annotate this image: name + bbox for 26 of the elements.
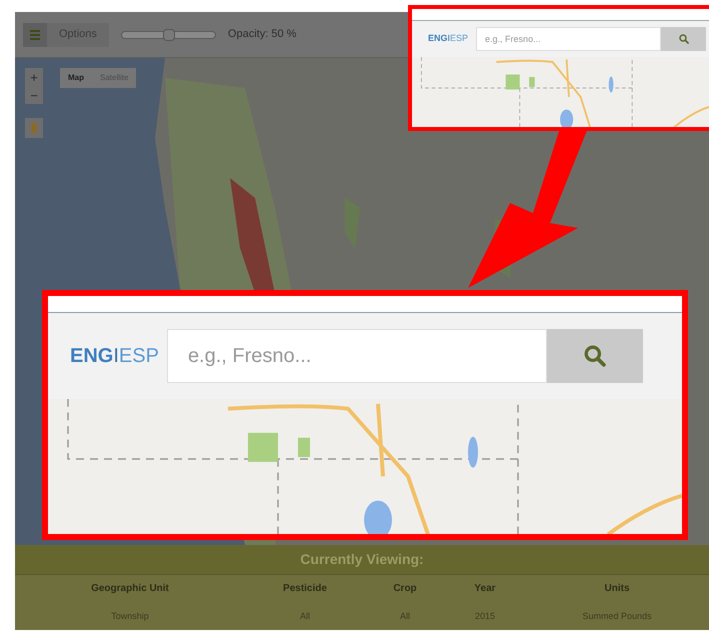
column-header: Pesticide	[282, 582, 328, 596]
column-header: Year	[473, 582, 497, 596]
zoom-out-button[interactable]: −	[25, 86, 43, 104]
column-header: Units	[604, 582, 630, 596]
search-field[interactable]: e.g., Fresno...	[476, 27, 662, 51]
opacity-slider[interactable]	[120, 30, 216, 38]
list-toggle-button[interactable]	[23, 22, 47, 46]
column-header: Geographic Unit	[90, 582, 170, 596]
slider-thumb[interactable]	[163, 28, 176, 40]
column-header: Crop	[392, 582, 418, 596]
map-type-tab[interactable]: Map	[64, 72, 88, 84]
language-link[interactable]: ENG	[70, 341, 114, 371]
search-button[interactable]	[546, 329, 643, 383]
search-field[interactable]: e.g., Fresno...	[166, 329, 547, 383]
language-link[interactable]: ESP	[450, 32, 468, 46]
language-separator: I	[448, 32, 450, 46]
opacity-label: Opacity: 50 %	[228, 27, 296, 42]
list-icon	[30, 30, 40, 40]
language-link[interactable]: ENG	[428, 32, 448, 46]
language-separator: I	[113, 344, 119, 369]
search-icon	[584, 345, 606, 367]
search-button[interactable]	[661, 27, 706, 51]
zoom-in-button[interactable]: +	[25, 68, 43, 86]
person-icon	[31, 122, 37, 134]
search-icon	[678, 34, 689, 44]
language-link[interactable]: ESP	[118, 341, 159, 371]
